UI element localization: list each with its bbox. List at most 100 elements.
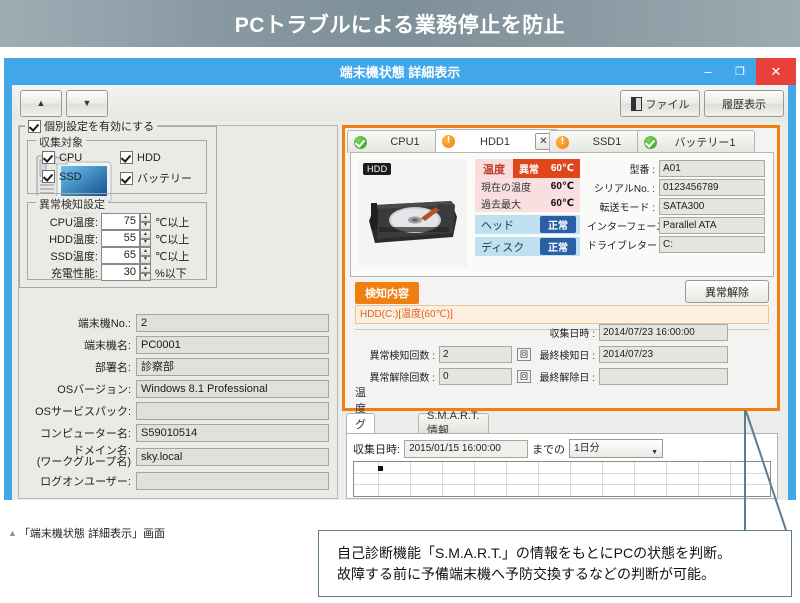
callout-line-2: 故障する前に予備端末機へ予防交換するなどの判断が可能。 [337,565,715,582]
domain-value[interactable]: sky.local [136,448,329,466]
tab-battery1[interactable]: バッテリー1 [637,130,755,153]
previous-record-button[interactable]: ▲ [20,90,62,117]
file-button[interactable]: ファイル [620,90,700,117]
ssd-temp-input[interactable]: 65 [101,247,140,264]
info-row-os-version: OSバージョン: Windows 8.1 Professional [27,378,329,400]
head-status-row: ヘッド 正常 [475,215,580,234]
close-button[interactable]: ✕ [756,58,796,85]
individual-settings-label: 個別設定を有効にする [44,121,155,133]
spec-row-model: 型番 : A01 [587,159,765,178]
next-record-button[interactable]: ▼ [66,90,108,117]
graph-collect-label: 収集日時: [353,443,401,456]
info-row-domain: ドメイン名: (ワークグループ名) sky.local [27,444,329,470]
tab-temperature-graph[interactable]: 温度グラフ [346,387,375,463]
ssd-temp-stepper[interactable]: ▲ ▼ [140,247,151,264]
serial-label: シリアルNo. : [593,184,655,195]
cpu-label: CPU [59,151,83,164]
individual-settings-header[interactable]: 個別設定を有効にする [25,118,158,134]
temperature-alert-value: 60℃ [550,163,575,174]
os-version-value[interactable]: Windows 8.1 Professional [136,380,329,398]
graph-data-point [378,466,383,471]
serial-value[interactable]: 0123456789 [659,179,765,196]
domain-label-line2: (ワークグループ名) [36,456,131,468]
drive-letter-value[interactable]: C: [659,236,765,253]
temperature-alert-label: 異常 [518,165,539,176]
logon-user-value[interactable] [136,472,329,490]
tab-cpu1[interactable]: CPU1 [347,130,445,153]
computer-name-value[interactable]: S59010514 [136,424,329,442]
device-spec-list: 型番 : A01 シリアルNo. : 0123456789 転送モード : SA… [587,159,765,254]
last-detect-date-value[interactable]: 2014/07/23 [599,346,728,363]
spec-row-serial: シリアルNo. : 0123456789 [587,178,765,197]
temperature-title: 温度 [483,163,505,176]
max-temperature-row: 過去最大 60℃ [475,195,580,212]
cpu-temp-stepper[interactable]: ▲ ▼ [140,213,151,230]
terminal-info-panel: 個別設定を有効にする 収集対象 CPU HDD SSD バッテリー 異常検知設定… [18,118,338,499]
transfer-mode-value[interactable]: SATA300 [659,198,765,215]
hdd-temp-stepper[interactable]: ▲ ▼ [140,230,151,247]
charge-performance-input[interactable]: 30 [101,264,140,281]
graph-range-select[interactable]: 1日分 ▼ [569,439,664,458]
model-label: 型番 : [629,165,655,176]
clear-anomaly-button[interactable]: 異常解除 [685,280,769,303]
tab-hdd1[interactable]: HDD1 ✕ [435,129,559,153]
minimize-button[interactable]: ‒ [692,58,724,85]
anomaly-detect-count-value[interactable]: 2 [439,346,512,363]
hdd-checkbox[interactable] [120,151,133,164]
tab-smart-info[interactable]: S.M.A.R.T.情報 [418,410,489,437]
triangle-marker-icon: ▲ [8,528,17,538]
collect-checkbox-hdd[interactable]: HDD [120,151,161,164]
cpu-temp-field: CPU温度: 75 ▲ ▼ ℃以上 [32,213,189,230]
hdd-temp-input[interactable]: 55 [101,230,140,247]
maximize-button[interactable]: ❐ [724,58,756,85]
individual-settings-checkbox[interactable] [28,119,41,133]
anomaly-detection-title: 異常検知設定 [36,196,108,212]
interface-value[interactable]: Parallel ATA [659,217,765,234]
ssd-label: SSD [59,170,82,183]
temperature-header: 温度 異常 60℃ [475,159,580,178]
history-button[interactable]: 履歴表示 [704,90,784,117]
spec-row-interface: インターフェース : Parallel ATA [587,216,765,235]
anomaly-detect-count-row: 異常検知回数 : 2 回 [355,346,531,363]
ssd-checkbox[interactable] [42,170,55,183]
service-pack-value[interactable] [136,402,329,420]
last-clear-date-label: 最終解除日 : [539,373,595,384]
window-toolbar: ▲ ▼ ファイル 履歴表示 [12,85,788,122]
model-value[interactable]: A01 [659,160,765,177]
os-version-label: OSバージョン: [57,384,131,396]
screen-caption: ▲ 「端末機状態 詳細表示」画面 [8,525,165,541]
info-row-terminal-no: 端末機No.: 2 [27,312,329,334]
collect-checkbox-battery[interactable]: バッテリー [120,170,192,186]
battery-checkbox[interactable] [120,171,133,185]
department-label: 部署名: [94,362,131,374]
collect-checkbox-cpu[interactable]: CPU [42,151,82,164]
tab-battery1-label: バッテリー1 [674,137,736,149]
status-warning-icon [442,134,455,148]
collect-checkbox-ssd[interactable]: SSD [42,170,82,183]
current-temperature-label: 現在の温度 [481,183,531,194]
last-clear-date-value[interactable] [599,368,728,385]
charge-performance-stepper[interactable]: ▲ ▼ [140,264,151,281]
anomaly-clear-count-value[interactable]: 0 [439,368,512,385]
battery-label: バッテリー [137,173,192,185]
service-pack-label: OSサービスパック: [35,406,131,418]
cpu-checkbox[interactable] [42,151,55,164]
info-row-department: 部署名: 診察部 [27,356,329,378]
last-clear-date-row: 最終解除日 : [527,368,728,385]
hard-disk-drive-image [359,159,467,267]
transfer-mode-label: 転送モード : [599,203,655,214]
graph-collect-datetime[interactable]: 2015/01/15 16:00:00 [404,439,529,458]
department-value[interactable]: 診察部 [136,358,329,376]
logon-user-label: ログオンユーザー: [40,476,131,488]
terminal-name-value[interactable]: PC0001 [136,336,329,354]
tab-ssd1[interactable]: SSD1 [549,130,647,153]
page-banner: PCトラブルによる業務停止を防止 [0,0,800,47]
hdd-label: HDD [137,151,161,164]
collect-datetime-value[interactable]: 2014/07/23 16:00:00 [599,324,728,341]
ssd-temp-label: SSD温度: [50,250,98,263]
disk-status-label: ディスク [481,241,525,254]
max-temperature-label: 過去最大 [481,200,521,211]
cpu-temp-input[interactable]: 75 [101,213,140,230]
terminal-no-value[interactable]: 2 [136,314,329,332]
info-row-logon-user: ログオンユーザー: [27,470,329,492]
